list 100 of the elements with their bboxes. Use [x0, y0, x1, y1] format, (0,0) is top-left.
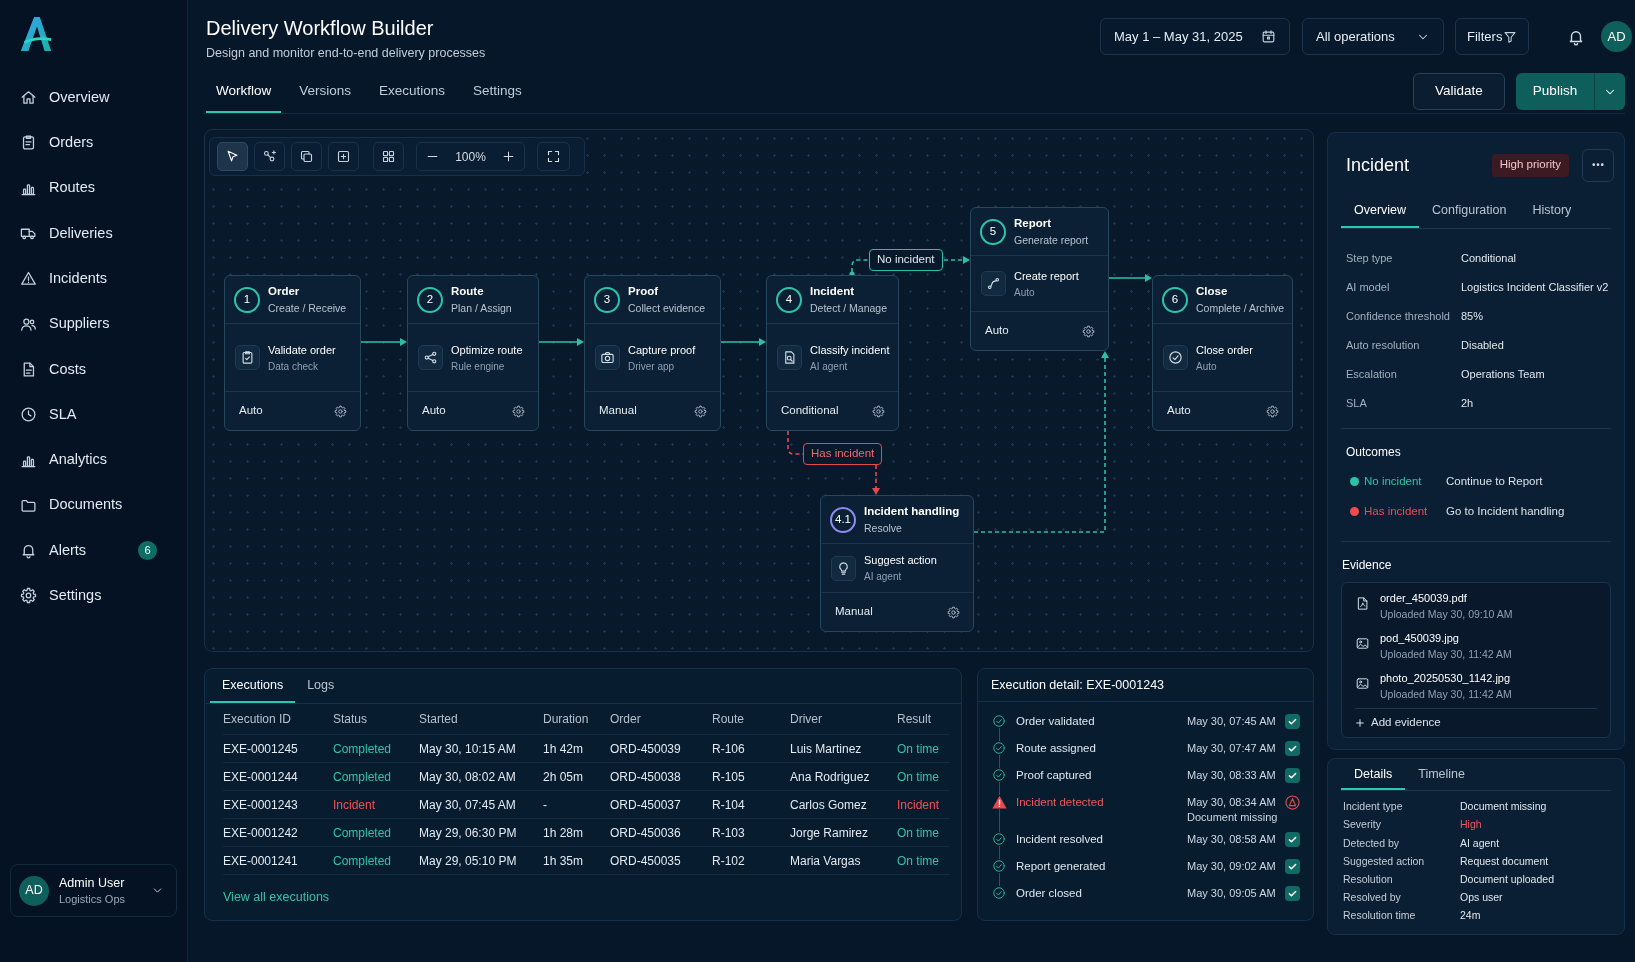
document-search-icon: [777, 345, 802, 370]
property-label: Confidence threshold: [1346, 309, 1451, 325]
workflow-node[interactable]: 4 Incident Detect / Manage Classify incident AI agent Conditional: [766, 275, 899, 431]
step-number: 6: [1162, 286, 1188, 313]
tool-button[interactable]: [328, 142, 359, 171]
tab[interactable]: Configuration: [1419, 202, 1520, 228]
filters-button[interactable]: Filters: [1455, 18, 1529, 55]
tab[interactable]: Executions: [369, 82, 456, 113]
settings-icon[interactable]: [334, 404, 347, 418]
workflow-node[interactable]: 2 Route Plan / Assign Optimize route Rule engine Auto: [407, 275, 539, 431]
arrow-connector: [360, 338, 407, 346]
image-icon: [1355, 636, 1370, 651]
user-name: Admin User: [59, 874, 126, 892]
nav-item[interactable]: Deliveries: [0, 210, 187, 257]
table-cell-text: On time: [897, 768, 939, 786]
path-icon: [981, 271, 1006, 296]
table-cell-text: May 29, 05:10 PM: [419, 852, 517, 870]
tool-button[interactable]: [373, 142, 404, 171]
tab[interactable]: Overview: [1341, 202, 1420, 228]
workflow-node[interactable]: 6 Close Complete / Archive Close order Auto Auto: [1152, 275, 1293, 431]
nav-item[interactable]: Costs: [0, 346, 187, 393]
column-header: Duration: [543, 711, 590, 728]
node-subtitle: Generate report: [1014, 233, 1089, 247]
step-time: May 30, 08:33 AM: [1187, 768, 1276, 783]
user-card[interactable]: AD Admin User Logistics Ops: [10, 864, 177, 917]
tab[interactable]: Details: [1341, 766, 1406, 790]
settings-icon[interactable]: [872, 404, 885, 418]
tab[interactable]: Executions: [210, 677, 296, 703]
nav-item[interactable]: Orders: [0, 120, 187, 166]
arrow-connector: [1108, 274, 1152, 282]
workflow-node[interactable]: 4.1 Incident handling Resolve Suggest action AI agent Manual: [820, 495, 974, 632]
share-nodes-icon: [418, 345, 443, 370]
settings-icon[interactable]: [1082, 324, 1095, 338]
add-node-icon: [336, 149, 351, 164]
detail-value: AI agent: [1460, 835, 1501, 851]
tool-button[interactable]: [217, 142, 248, 171]
add-evidence-button[interactable]: Add evidence: [1355, 714, 1441, 732]
step-label: Proof captured: [1016, 768, 1093, 783]
table-cell-text: 1h 42m: [543, 740, 584, 758]
more-icon: [1592, 163, 1604, 167]
nav-item[interactable]: Analytics: [0, 437, 187, 483]
table-cell-text: R-106: [712, 740, 745, 758]
file-meta: Uploaded May 30, 11:42 AM: [1380, 687, 1512, 701]
validate-button[interactable]: Validate: [1413, 73, 1505, 110]
plus-icon[interactable]: [502, 150, 515, 163]
task-detail: Rule engine: [451, 359, 506, 373]
nav-item[interactable]: Suppliers: [0, 301, 187, 347]
table-cell-text: ORD-450039: [610, 740, 681, 758]
publish-button[interactable]: Publish: [1516, 73, 1594, 110]
property-value: 2h: [1461, 396, 1475, 412]
detail-label: Severity: [1343, 817, 1382, 833]
tab[interactable]: Workflow: [206, 82, 282, 113]
check-circle-icon: [992, 768, 1006, 782]
settings-icon[interactable]: [512, 404, 525, 418]
node-title: Incident handling: [864, 504, 960, 519]
workflow-node[interactable]: 1 Order Create / Receive Validate order Data check Auto: [224, 275, 361, 431]
tab[interactable]: Logs: [295, 677, 347, 703]
task-detail: Auto: [1014, 285, 1036, 299]
tab[interactable]: Timeline: [1405, 766, 1478, 790]
operations-dropdown[interactable]: All operations: [1302, 18, 1444, 55]
table-cell-text: ORD-450035: [610, 852, 681, 870]
settings-icon[interactable]: [947, 605, 960, 619]
nav-item[interactable]: SLA: [0, 392, 187, 438]
table-cell-text: On time: [897, 852, 939, 870]
node-title: Report: [1014, 216, 1053, 231]
avatar[interactable]: AD: [1601, 21, 1632, 52]
tool-button[interactable]: [254, 142, 285, 171]
workflow-node[interactable]: 3 Proof Collect evidence Capture proof Driver app Manual: [584, 275, 721, 431]
settings-icon[interactable]: [694, 404, 707, 418]
column-header: Driver: [790, 711, 823, 728]
fullscreen-button[interactable]: [537, 142, 570, 171]
nav-item[interactable]: Alerts 6: [0, 527, 187, 574]
tab[interactable]: Versions: [289, 82, 362, 113]
file-name[interactable]: order_450039.pdf: [1380, 591, 1513, 605]
task-name: Capture proof: [628, 342, 696, 357]
file-name[interactable]: photo_20250530_1142.jpg: [1380, 671, 1512, 685]
tab[interactable]: History: [1519, 202, 1585, 228]
nav-item[interactable]: Settings: [0, 573, 187, 619]
nav-item[interactable]: Incidents: [0, 256, 187, 302]
nav-item[interactable]: Routes: [0, 165, 187, 211]
avatar: AD: [19, 875, 49, 906]
workflow-node[interactable]: 5 Report Generate report Create report Auto Auto: [970, 207, 1109, 351]
file-name[interactable]: pod_450039.jpg: [1380, 631, 1512, 645]
tool-button[interactable]: [291, 142, 322, 171]
view-all-link[interactable]: View all executions: [223, 888, 330, 907]
date-range-picker[interactable]: May 1 – May 31, 2025: [1100, 18, 1290, 55]
check-circle-icon: [992, 886, 1006, 900]
nav-item[interactable]: Overview: [0, 75, 187, 121]
settings-icon[interactable]: [1266, 404, 1279, 418]
table-cell-text: ORD-450037: [610, 796, 681, 814]
step-time: May 30, 08:34 AM: [1187, 795, 1276, 810]
tab[interactable]: Settings: [463, 82, 532, 113]
property-value: Conditional: [1461, 251, 1518, 267]
nav-item[interactable]: Documents: [0, 482, 187, 528]
property-value: 85%: [1461, 309, 1485, 325]
detail-value: 24m: [1460, 908, 1482, 924]
step-label: Incident resolved: [1016, 832, 1104, 847]
user-role: Logistics Ops: [59, 891, 126, 907]
detail-value: Document uploaded: [1460, 871, 1555, 887]
outcome-action: Go to Incident handling: [1446, 503, 1565, 519]
